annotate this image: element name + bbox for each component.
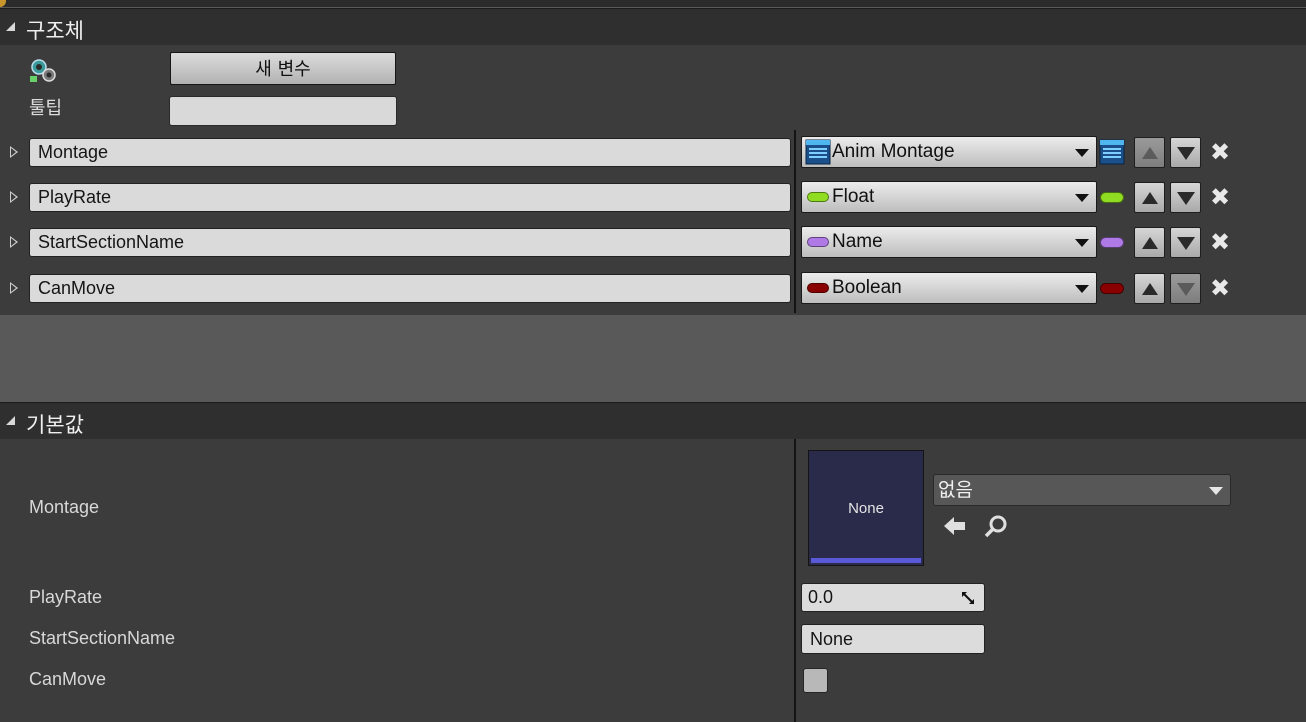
move-down-button[interactable] <box>1170 227 1201 258</box>
asset-thumbnail[interactable]: None <box>808 450 924 566</box>
member-name-input[interactable]: PlayRate <box>29 183 791 212</box>
column-splitter[interactable] <box>794 130 796 313</box>
asset-picker-value: 없음 <box>938 479 973 501</box>
member-name-input[interactable]: CanMove <box>29 274 791 303</box>
container-type-pill-icon[interactable] <box>1100 237 1124 248</box>
arrow-up-icon <box>1142 237 1158 249</box>
top-strip <box>0 0 1306 8</box>
tooltip-input[interactable] <box>169 96 397 126</box>
expand-row-arrow-icon[interactable] <box>10 146 18 158</box>
move-down-button[interactable] <box>1170 182 1201 213</box>
new-variable-button[interactable]: 새 변수 <box>170 52 396 85</box>
startsection-label: StartSectionName <box>29 628 176 648</box>
defaults-section-header[interactable]: 기본값 <box>0 402 1306 440</box>
member-type-combo[interactable]: Boolean <box>801 272 1097 304</box>
close-icon[interactable]: ✖ <box>1209 140 1231 164</box>
arrow-up-icon <box>1142 283 1158 295</box>
canmove-checkbox[interactable] <box>803 668 828 693</box>
type-color-pill-icon <box>807 237 829 247</box>
member-type-label: Float <box>832 186 875 207</box>
member-name-input[interactable]: StartSectionName <box>29 228 791 257</box>
anim-montage-icon <box>805 139 831 165</box>
panel-gap <box>0 315 1306 401</box>
playrate-label: PlayRate <box>29 587 103 607</box>
chevron-down-icon <box>1209 487 1223 495</box>
arrow-down-icon <box>1177 283 1195 296</box>
chevron-down-icon <box>1075 194 1089 202</box>
thumbnail-text: None <box>848 500 884 517</box>
expand-row-arrow-icon[interactable] <box>10 191 18 203</box>
arrow-down-icon <box>1177 192 1195 205</box>
move-down-button[interactable] <box>1170 137 1201 168</box>
close-icon[interactable]: ✖ <box>1209 276 1231 300</box>
expand-row-arrow-icon[interactable] <box>10 236 18 248</box>
collapse-arrow-icon[interactable] <box>6 22 15 31</box>
container-type-pill-icon[interactable] <box>1100 283 1124 294</box>
chevron-down-icon <box>1075 149 1089 157</box>
move-down-button[interactable] <box>1170 273 1201 304</box>
arrow-left-icon[interactable] <box>942 514 968 538</box>
arrow-down-icon <box>1177 237 1195 250</box>
asset-color-bar <box>811 558 921 563</box>
accent-corner <box>0 0 6 7</box>
section-title: 기본값 <box>26 413 84 437</box>
playrate-value: 0.0 <box>808 587 834 607</box>
montage-label: Montage <box>29 497 100 517</box>
member-type-label: Boolean <box>832 277 902 298</box>
asset-picker-combo[interactable]: 없음 <box>933 474 1231 506</box>
type-color-pill-icon <box>807 283 829 293</box>
move-up-button[interactable] <box>1134 137 1165 168</box>
canmove-label: CanMove <box>29 669 107 689</box>
move-up-button[interactable] <box>1134 227 1165 258</box>
drag-resize-icon[interactable] <box>960 590 976 606</box>
startsection-input[interactable]: None <box>801 624 985 654</box>
chevron-down-icon <box>1075 239 1089 247</box>
chevron-down-icon <box>1075 285 1089 293</box>
member-type-combo[interactable]: Name <box>801 226 1097 258</box>
container-type-pill-icon[interactable] <box>1100 192 1124 203</box>
type-color-pill-icon <box>807 192 829 202</box>
search-icon[interactable] <box>983 514 1009 538</box>
arrow-up-icon <box>1142 192 1158 204</box>
member-name-input[interactable]: Montage <box>29 138 791 167</box>
move-up-button[interactable] <box>1134 182 1165 213</box>
gear-variables-icon <box>30 59 56 82</box>
arrow-down-icon <box>1177 147 1195 160</box>
tooltip-label: 툴팁 <box>29 98 63 119</box>
member-type-combo[interactable]: Anim Montage <box>801 136 1097 168</box>
member-type-label: Name <box>832 231 883 252</box>
playrate-input[interactable]: 0.0 <box>801 583 985 612</box>
section-title: 구조체 <box>26 19 84 43</box>
member-type-combo[interactable]: Float <box>801 181 1097 213</box>
container-type-icon[interactable] <box>1099 139 1125 165</box>
collapse-arrow-icon[interactable] <box>6 416 15 425</box>
close-icon[interactable]: ✖ <box>1209 185 1231 209</box>
structure-section-header[interactable]: 구조체 <box>0 8 1306 46</box>
member-type-label: Anim Montage <box>832 141 955 162</box>
arrow-up-icon <box>1142 147 1158 159</box>
expand-row-arrow-icon[interactable] <box>10 282 18 294</box>
move-up-button[interactable] <box>1134 273 1165 304</box>
column-splitter[interactable] <box>794 439 796 722</box>
close-icon[interactable]: ✖ <box>1209 230 1231 254</box>
